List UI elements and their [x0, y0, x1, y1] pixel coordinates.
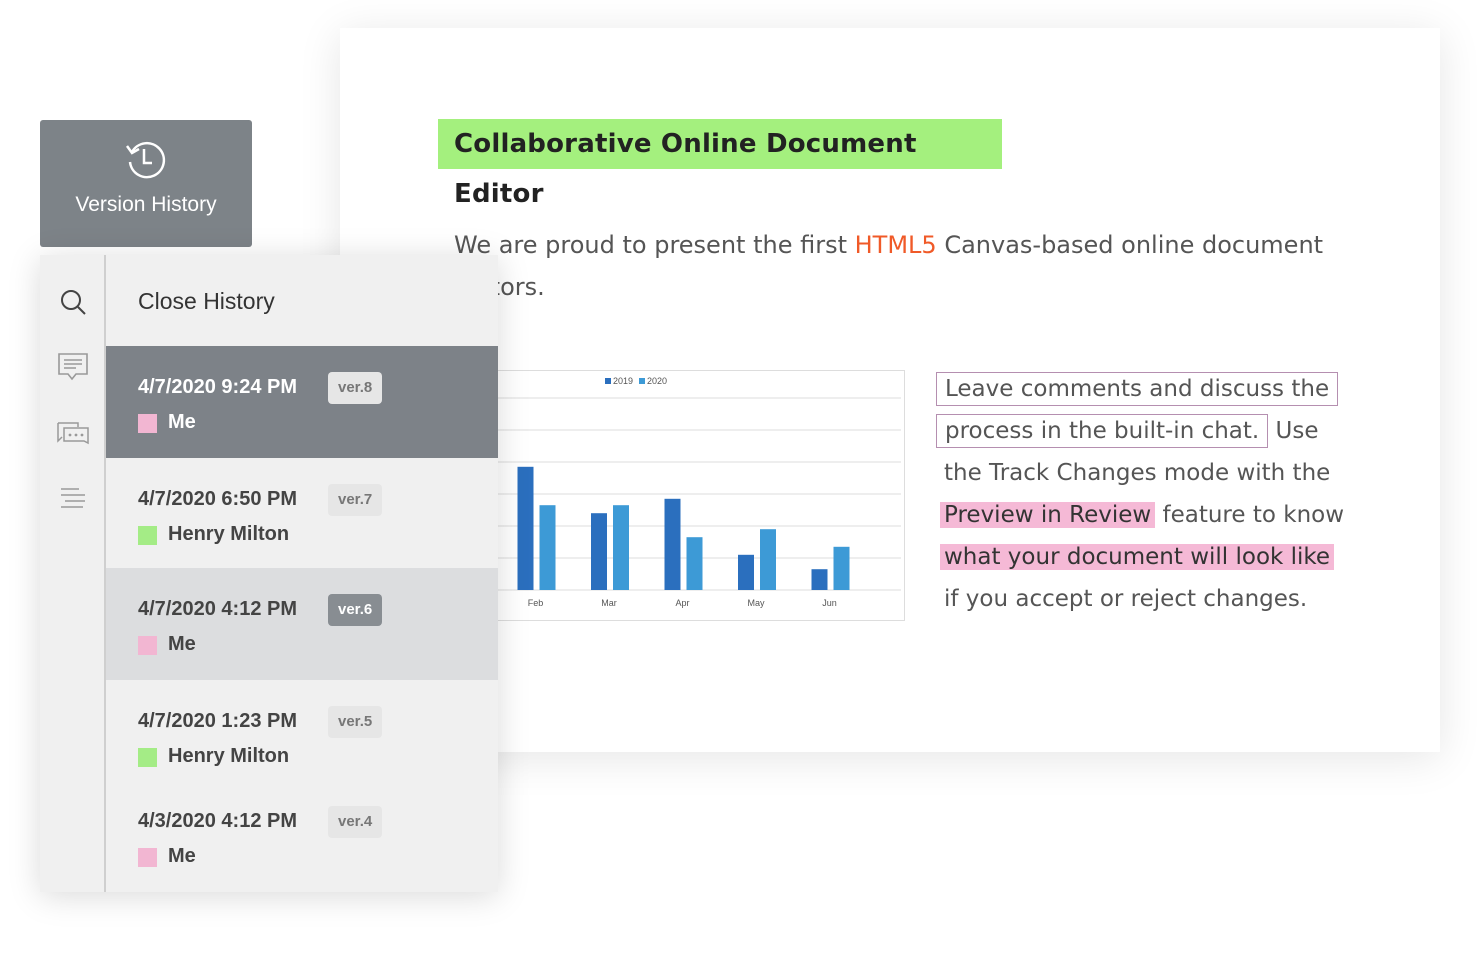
legend-label: 2019 [613, 376, 633, 386]
version-row[interactable]: 4/7/2020 1:23 PM ver.5 Henry Milton [106, 680, 498, 790]
version-date: 4/7/2020 9:24 PM [138, 376, 297, 398]
document-title: Collaborative Online Document Editor [438, 119, 1002, 209]
x-tick-label: Mar [601, 598, 617, 608]
bar-2019-Feb[interactable] [517, 466, 534, 590]
user-color-swatch [138, 414, 157, 433]
bar-2020-Mar[interactable] [613, 505, 629, 590]
navigation-icon[interactable] [56, 481, 90, 515]
bar-chart[interactable]: 2019 2020 Feb Mar Apr May Jun [470, 370, 905, 621]
version-history-panel: Close History 4/7/2020 9:24 PM ver.8 Me 4… [40, 255, 498, 892]
user-color-swatch [138, 848, 157, 867]
review-highlight-2[interactable]: what your document will look like [940, 544, 1335, 570]
history-clock-icon [125, 142, 166, 179]
version-date: 4/7/2020 6:50 PM [138, 488, 297, 510]
legend-swatch-2020 [639, 378, 645, 384]
version-user: Henry Milton [168, 523, 290, 545]
review-highlight-1[interactable]: Preview in Review [940, 502, 1156, 528]
html5-highlight: HTML5 [854, 231, 937, 259]
version-history-label: Version History [75, 193, 217, 216]
version-user: Me [168, 411, 196, 433]
x-tick-label: Feb [528, 598, 544, 608]
legend-swatch-2019 [605, 378, 611, 384]
text-line4-rest: feature to know [1155, 502, 1345, 528]
x-tick-label: Jun [822, 598, 837, 608]
bar-2020-May[interactable] [760, 529, 776, 590]
version-badge: ver.4 [328, 806, 383, 838]
document-page: Collaborative Online Document Editor We … [340, 28, 1440, 752]
bar-2020-Jun[interactable] [833, 546, 850, 590]
intro-text-end: Canvas-based online document [936, 231, 1324, 259]
version-user: Me [168, 845, 196, 867]
user-color-swatch [138, 526, 157, 545]
text-line3: the Track Changes mode with the [944, 460, 1331, 486]
version-badge: ver.5 [328, 706, 383, 738]
bar-2019-Jun[interactable] [811, 569, 828, 590]
version-history-button[interactable]: Version History [40, 120, 252, 247]
version-badge: ver.7 [328, 484, 383, 516]
search-icon[interactable] [56, 285, 90, 319]
version-date: 4/3/2020 4:12 PM [138, 810, 297, 832]
comment-box-2[interactable]: process in the built-in chat. [936, 414, 1269, 448]
user-color-swatch [138, 748, 157, 767]
comment-icon[interactable] [56, 351, 90, 385]
version-row[interactable]: 4/7/2020 6:50 PM ver.7 Henry Milton [106, 458, 498, 568]
x-tick-label: May [747, 598, 765, 608]
bar-2019-May[interactable] [738, 554, 754, 590]
bar-2019-Mar[interactable] [591, 513, 607, 590]
x-tick-label: Apr [675, 598, 689, 608]
version-badge: ver.6 [328, 594, 383, 626]
user-color-swatch [138, 636, 157, 655]
version-date: 4/7/2020 1:23 PM [138, 710, 297, 732]
bar-2019-Apr[interactable] [664, 498, 681, 590]
intro-text: We are proud to present the first HTML5 … [454, 224, 1354, 308]
chat-icon[interactable] [56, 417, 90, 451]
text-use: Use [1268, 418, 1319, 444]
left-toolbar [40, 255, 106, 892]
legend-label: 2020 [647, 376, 667, 386]
text-line6: if you accept or reject changes. [944, 586, 1308, 612]
intro-text-start: We are proud to present the first [454, 231, 855, 259]
version-row[interactable]: 4/7/2020 4:12 PM ver.6 Me [106, 568, 498, 680]
version-user: Henry Milton [168, 745, 290, 767]
bar-2020-Apr[interactable] [686, 537, 703, 590]
comment-box-1[interactable]: Leave comments and discuss the [936, 372, 1339, 406]
chart-svg: 2019 2020 Feb Mar Apr May Jun [471, 376, 901, 608]
version-date: 4/7/2020 4:12 PM [138, 598, 297, 620]
bar-2020-Feb[interactable] [539, 505, 556, 590]
version-row[interactable]: 4/3/2020 4:12 PM ver.4 Me [106, 790, 498, 892]
version-row[interactable]: 4/7/2020 9:24 PM ver.8 Me [106, 346, 498, 458]
version-user: Me [168, 633, 196, 655]
close-history-button[interactable]: Close History [106, 255, 498, 346]
version-badge: ver.8 [328, 372, 383, 404]
